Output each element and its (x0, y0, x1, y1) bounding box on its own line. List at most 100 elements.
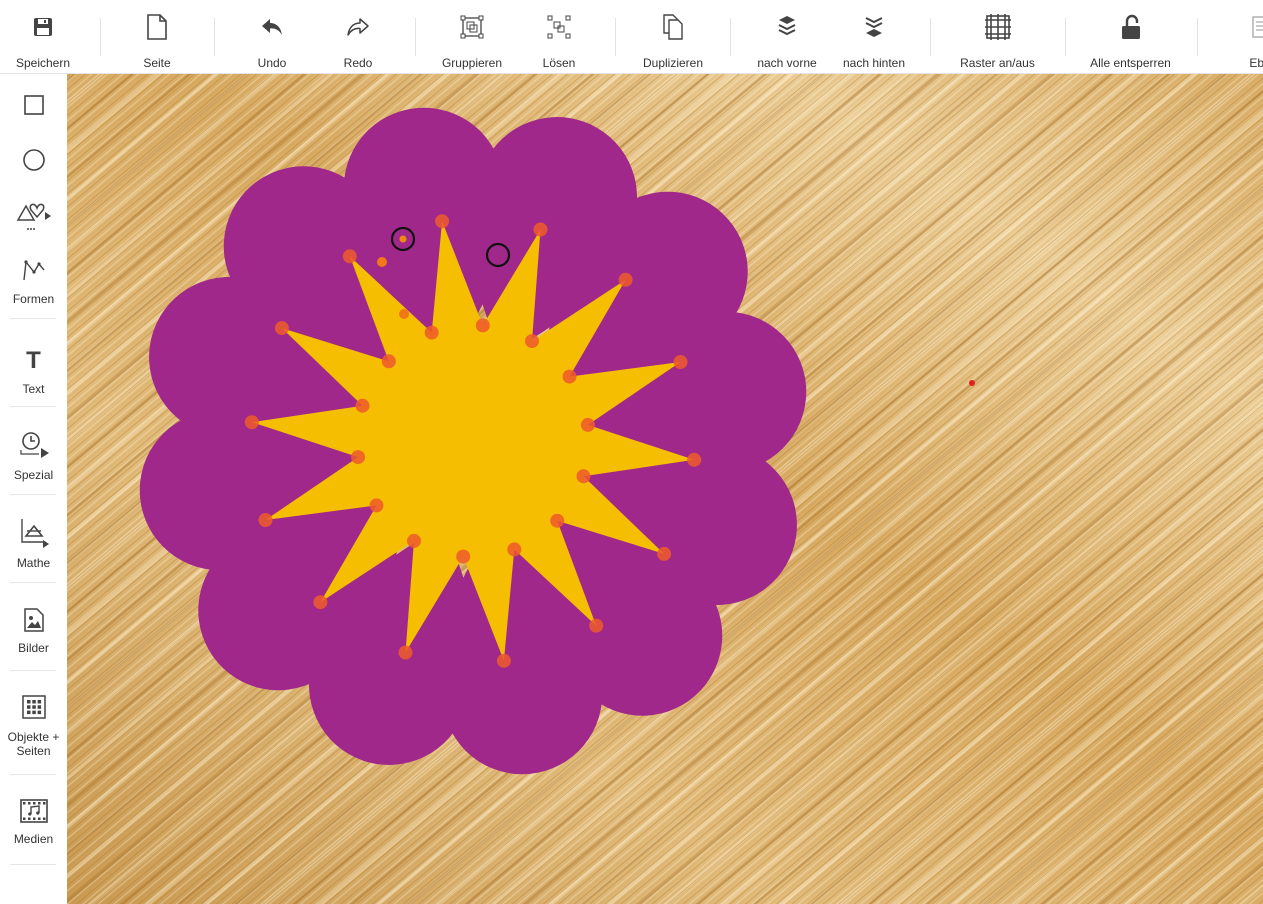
sidebar-divider (10, 864, 56, 865)
node-handle[interactable] (533, 222, 548, 237)
node-handle[interactable] (507, 542, 522, 557)
node-handle[interactable] (576, 469, 591, 484)
node-handle[interactable] (355, 398, 370, 413)
group-icon (457, 12, 487, 42)
bring-forward-button[interactable]: nach vorne (747, 0, 827, 73)
node-handle[interactable] (381, 354, 396, 369)
node-handle[interactable] (456, 549, 471, 564)
node-handle[interactable] (342, 249, 357, 264)
toolbar-divider (930, 18, 931, 56)
page-icon (142, 12, 172, 42)
node-handle[interactable] (496, 653, 511, 668)
forms-label: Formen (12, 292, 55, 306)
control-point[interactable] (399, 309, 409, 319)
math-graph-icon (17, 516, 51, 550)
grid-icon (983, 12, 1013, 42)
redo-button[interactable]: Redo (323, 0, 393, 73)
unlock-all-label: Alle entsperren (1090, 56, 1171, 70)
duplicate-button[interactable]: Duplizieren (633, 0, 713, 73)
node-handle[interactable] (244, 415, 259, 430)
undo-icon (257, 12, 287, 42)
grid-toggle-label: Raster an/aus (960, 56, 1035, 70)
media-tool-button[interactable]: Medien (0, 796, 67, 846)
canvas-svg[interactable] (67, 74, 1263, 904)
node-handle[interactable] (475, 318, 490, 333)
rectangle-tool-button[interactable] (0, 90, 67, 120)
shapes-heart-icon (14, 198, 54, 232)
ungroup-button[interactable]: Lösen (524, 0, 594, 73)
node-handle[interactable] (435, 214, 450, 229)
node-handle[interactable] (274, 321, 289, 336)
forms-tool-button[interactable]: Formen (0, 256, 67, 306)
undo-label: Undo (257, 56, 287, 70)
redo-label: Redo (343, 56, 373, 70)
grid-toggle-button[interactable]: Raster an/aus (950, 0, 1045, 73)
node-handle[interactable] (407, 533, 421, 548)
page-label: Seite (143, 56, 171, 70)
send-backward-label: nach hinten (842, 56, 906, 70)
save-button[interactable]: Speichern (8, 0, 78, 73)
math-label: Mathe (16, 556, 51, 570)
toolbar-divider (615, 18, 616, 56)
layers-button[interactable]: Ebe (1230, 0, 1263, 73)
node-handle[interactable] (369, 498, 384, 513)
node-handle[interactable] (618, 272, 633, 287)
node-handle[interactable] (351, 450, 366, 465)
objects-label-line1: Objekte + (7, 730, 60, 744)
toolbar-divider (1065, 18, 1066, 56)
node-handle[interactable] (313, 595, 328, 610)
node-handle[interactable] (687, 452, 702, 467)
unlock-all-button[interactable]: Alle entsperren (1083, 0, 1178, 73)
node-handle[interactable] (424, 325, 439, 340)
node-handle[interactable] (525, 334, 539, 349)
ungroup-icon (544, 12, 574, 42)
special-tool-button[interactable]: Spezial (0, 428, 67, 482)
redo-icon (343, 12, 373, 42)
more-shapes-button[interactable] (0, 198, 67, 232)
square-icon (19, 90, 49, 120)
control-point[interactable] (377, 257, 387, 267)
duplicate-icon (658, 12, 688, 42)
clock-icon (17, 428, 51, 462)
images-label: Bilder (18, 641, 49, 655)
save-label: Speichern (15, 56, 71, 70)
bring-forward-icon (772, 12, 802, 42)
node-handle[interactable] (657, 546, 672, 561)
control-point[interactable] (399, 235, 407, 243)
node-handle[interactable] (398, 645, 413, 660)
node-handle[interactable] (550, 513, 565, 528)
layers-icon (1245, 12, 1263, 42)
toolbar-divider (415, 18, 416, 56)
send-backward-button[interactable]: nach hinten (834, 0, 914, 73)
sidebar-divider (10, 318, 56, 319)
grid-apps-icon (19, 692, 49, 722)
page-button[interactable]: Seite (122, 0, 192, 73)
toolbar-divider (1197, 18, 1198, 56)
text-icon: T (19, 346, 49, 376)
group-button[interactable]: Gruppieren (432, 0, 512, 73)
layers-label: Ebe (1249, 56, 1263, 70)
toolbar-divider (730, 18, 731, 56)
node-handle[interactable] (589, 618, 604, 633)
objects-pages-button[interactable]: Objekte + Seiten (0, 692, 67, 758)
drawing-canvas[interactable] (67, 74, 1263, 904)
text-tool-button[interactable]: T Text (0, 346, 67, 396)
node-handle[interactable] (673, 355, 688, 369)
undo-button[interactable]: Undo (237, 0, 307, 73)
circle-tool-button[interactable] (0, 145, 67, 175)
node-handle[interactable] (580, 417, 595, 432)
left-sidebar: Formen T Text Spezial Mathe Bilder Objek… (0, 74, 67, 904)
toolbar-divider (100, 18, 101, 56)
node-handle[interactable] (562, 369, 577, 384)
toolbar-divider (214, 18, 215, 56)
node-handle[interactable] (258, 513, 273, 527)
sidebar-divider (10, 406, 56, 407)
floppy-disk-icon (28, 12, 58, 42)
unlock-icon (1116, 12, 1146, 42)
duplicate-label: Duplizieren (642, 56, 704, 70)
images-tool-button[interactable]: Bilder (0, 605, 67, 655)
sidebar-divider (10, 582, 56, 583)
pivot-point[interactable] (969, 380, 975, 386)
special-label: Spezial (13, 468, 54, 482)
math-tool-button[interactable]: Mathe (0, 516, 67, 570)
